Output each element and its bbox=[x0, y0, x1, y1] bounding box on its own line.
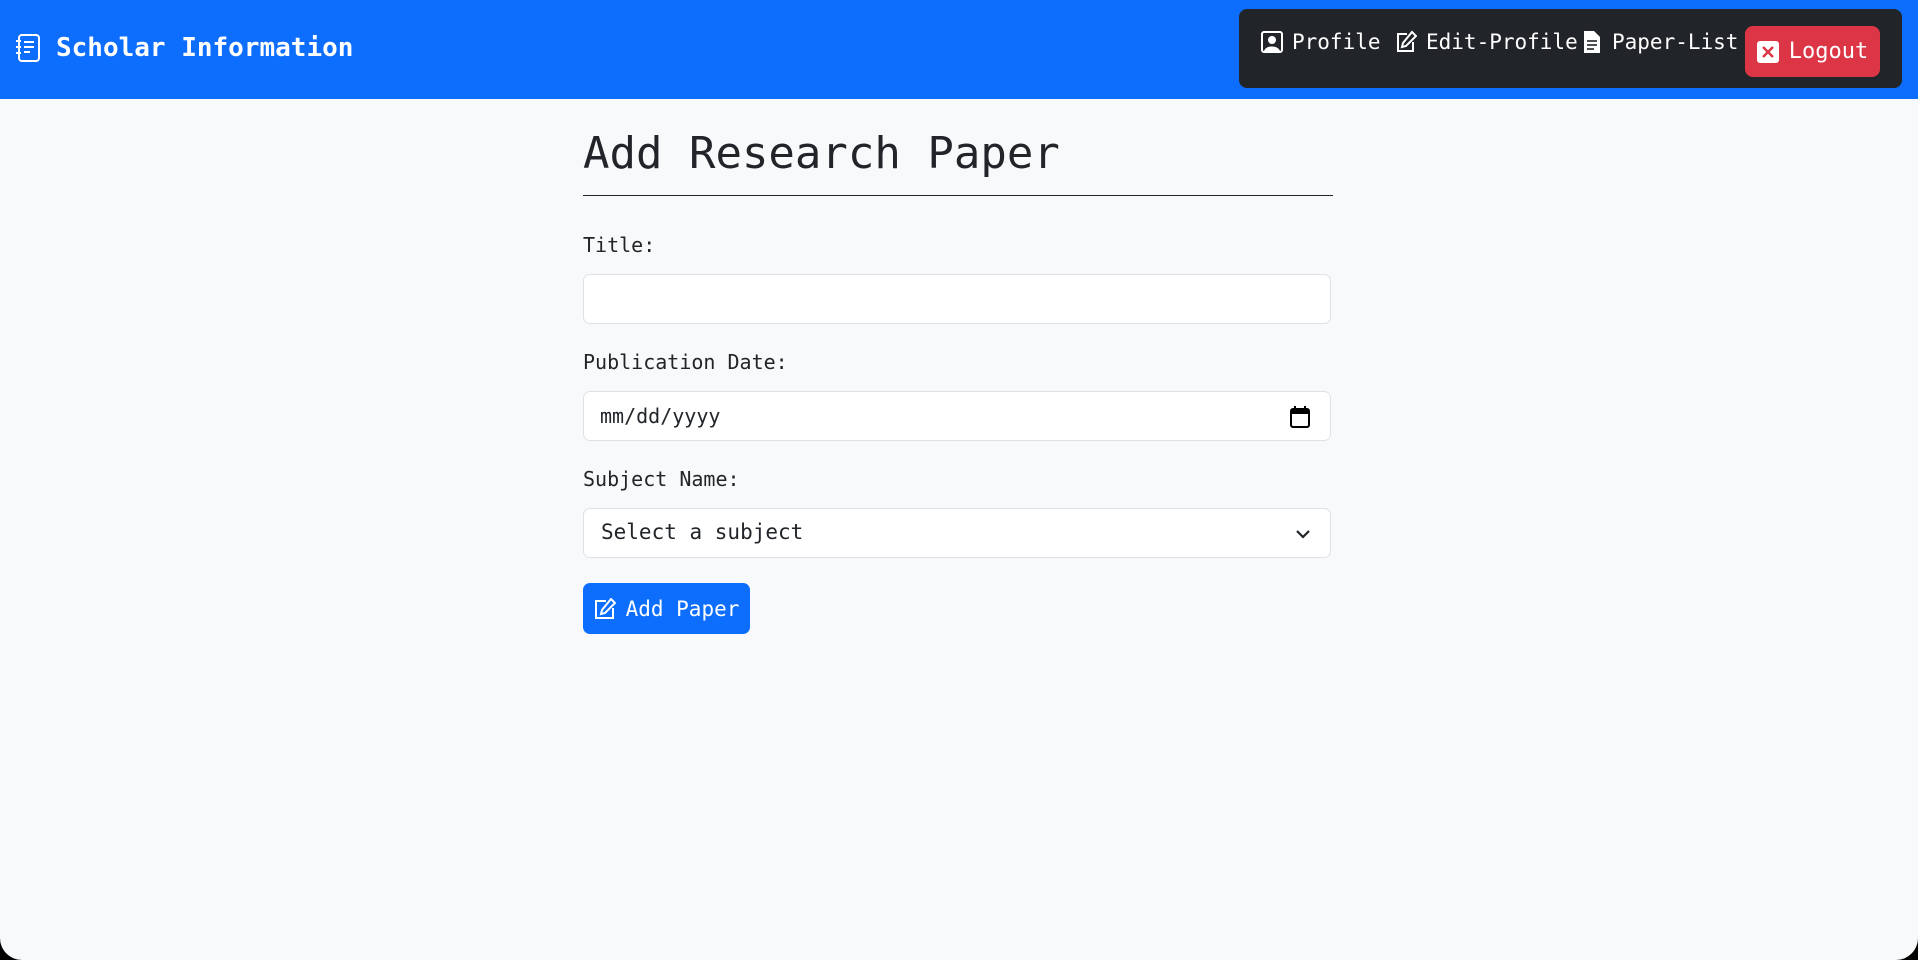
subject-selected-value: Select a subject bbox=[601, 520, 804, 544]
calendar-icon[interactable] bbox=[1290, 406, 1310, 428]
title-field[interactable] bbox=[583, 274, 1331, 324]
top-navbar: Scholar Information Profile Edit-Profile bbox=[0, 0, 1918, 99]
publication-date-input[interactable]: mm/dd/yyyy bbox=[583, 391, 1331, 441]
add-paper-label: Add Paper bbox=[625, 596, 740, 621]
add-paper-button[interactable]: Add Paper bbox=[583, 583, 750, 634]
title-divider bbox=[583, 195, 1333, 196]
journal-text-icon bbox=[16, 34, 40, 62]
page: Scholar Information Profile Edit-Profile bbox=[0, 0, 1918, 960]
nav-paper-list-label: Paper-List bbox=[1612, 30, 1739, 54]
x-square-icon bbox=[1756, 40, 1779, 63]
chevron-down-icon bbox=[1296, 530, 1310, 539]
logout-button[interactable]: Logout bbox=[1745, 26, 1880, 77]
page-title: Add Research Paper bbox=[583, 128, 1060, 179]
person-square-icon bbox=[1261, 31, 1283, 53]
date-placeholder: mm/dd/yyyy bbox=[600, 404, 721, 428]
publication-date-label: Publication Date: bbox=[583, 350, 788, 374]
nav-paper-list[interactable]: Paper-List bbox=[1581, 30, 1738, 54]
title-input[interactable] bbox=[584, 275, 1330, 323]
nav-edit-profile-label: Edit-Profile bbox=[1426, 30, 1578, 54]
brand-title: Scholar Information bbox=[56, 33, 354, 63]
title-label: Title: bbox=[583, 233, 656, 257]
nav-edit-profile[interactable]: Edit-Profile bbox=[1395, 30, 1578, 54]
logout-label: Logout bbox=[1788, 39, 1869, 64]
subject-select[interactable]: Select a subject bbox=[583, 508, 1331, 558]
nav-profile[interactable]: Profile bbox=[1261, 30, 1381, 54]
pencil-square-icon bbox=[594, 597, 616, 619]
brand-link[interactable]: Scholar Information bbox=[14, 28, 353, 68]
nav-profile-label: Profile bbox=[1292, 30, 1381, 54]
file-text-icon bbox=[1584, 31, 1600, 53]
pencil-square-icon bbox=[1397, 30, 1417, 52]
subject-name-label: Subject Name: bbox=[583, 467, 740, 491]
